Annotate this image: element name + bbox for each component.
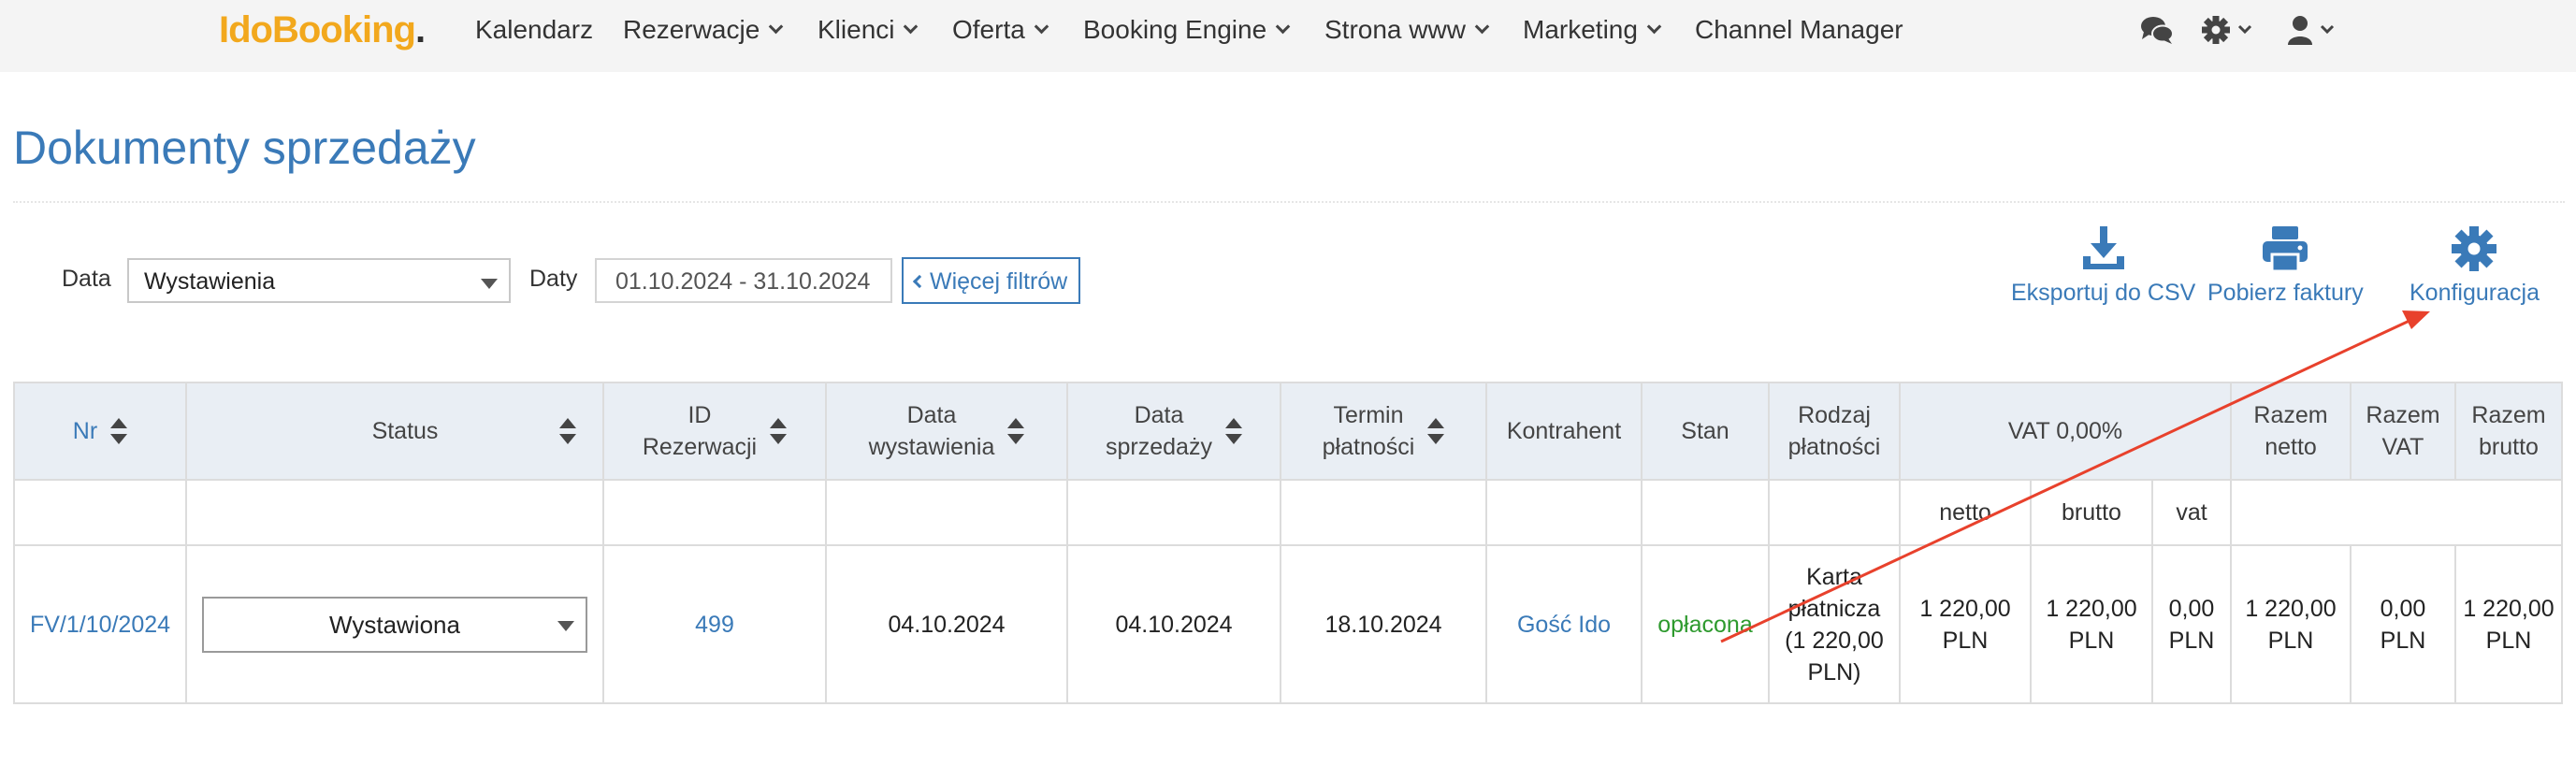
- subheader-empty: [15, 481, 187, 544]
- status-select-value: Wystawiona: [329, 610, 460, 639]
- column-header-rodzaj-platnosci: Rodzaj płatności: [1770, 383, 1901, 479]
- subheader-vat-vat: vat: [2153, 481, 2232, 544]
- sort-icon: [1224, 418, 1242, 444]
- table-cell-id-rezerwacji[interactable]: 499: [604, 546, 827, 702]
- chevron-down-icon: [904, 19, 919, 35]
- table-cell-data-sprzedazy: 04.10.2024: [1068, 546, 1281, 702]
- subheader-empty: [1770, 481, 1901, 544]
- subheader-empty: [827, 481, 1068, 544]
- column-header-razem-vat: Razem VAT: [2352, 383, 2456, 479]
- configuration-button[interactable]: Konfiguracja: [2410, 224, 2540, 307]
- subheader-vat-netto: netto: [1901, 481, 2032, 544]
- logo-part-ido: Ido: [219, 9, 273, 51]
- sort-icon: [110, 418, 128, 444]
- dropdown-arrow-icon: [557, 621, 574, 631]
- column-header-id-rezerwacji[interactable]: ID Rezerwacji: [604, 383, 827, 479]
- status-select[interactable]: Wystawiona: [202, 597, 587, 653]
- payment-state-badge: opłacona: [1657, 611, 1753, 638]
- table-cell-razem-brutto: 1 220,00 PLN: [2456, 546, 2561, 702]
- download-icon: [2082, 226, 2124, 269]
- export-csv-button[interactable]: Eksportuj do CSV: [2011, 224, 2195, 307]
- title-divider: [13, 201, 2565, 203]
- top-navigation: IdoBooking. Kalendarz Rezerwacje Klienci…: [0, 0, 2576, 72]
- idobooking-logo[interactable]: IdoBooking.: [219, 9, 426, 51]
- table-cell-termin-platnosci: 18.10.2024: [1281, 546, 1487, 702]
- date-type-label: Data: [62, 266, 111, 292]
- nav-item-strona-www[interactable]: Strona www: [1324, 13, 1490, 47]
- sort-icon: [770, 418, 788, 444]
- table-cell-rodzaj-platnosci: Karta płatnicza (1 220,00 PLN): [1770, 546, 1901, 702]
- settings-menu[interactable]: [2202, 15, 2262, 50]
- column-header-stan: Stan: [1643, 383, 1770, 479]
- table-cell-kontrahent[interactable]: Gość Ido: [1487, 546, 1643, 702]
- gear-icon: [2452, 226, 2497, 271]
- contractor-link[interactable]: Gość Ido: [1517, 609, 1611, 641]
- sort-icon: [1007, 418, 1025, 444]
- nav-item-oferta[interactable]: Oferta: [952, 13, 1049, 47]
- nav-item-channel-manager[interactable]: Channel Manager: [1695, 13, 1903, 47]
- table-cell-data-wystawienia: 04.10.2024: [827, 546, 1068, 702]
- table-cell-nr[interactable]: FV/1/10/2024: [15, 546, 187, 702]
- nav-item-kalendarz[interactable]: Kalendarz: [475, 13, 593, 47]
- date-range-input[interactable]: 01.10.2024 - 31.10.2024: [595, 258, 892, 303]
- nav-item-booking-engine[interactable]: Booking Engine: [1083, 13, 1291, 47]
- column-header-nr[interactable]: Nr: [15, 383, 187, 479]
- chevron-down-icon: [1474, 19, 1490, 35]
- nav-item-marketing[interactable]: Marketing: [1523, 13, 1662, 47]
- chevron-down-icon: [1034, 19, 1049, 35]
- more-filters-button[interactable]: Więcej filtrów: [902, 257, 1081, 304]
- page-title: Dokumenty sprzedaży: [13, 122, 476, 174]
- table-cell-vat-netto: 1 220,00 PLN: [1901, 546, 2032, 702]
- column-header-termin-platnosci[interactable]: Termin płatności: [1281, 383, 1487, 479]
- subheader-empty: [2232, 481, 2561, 544]
- nav-item-klienci[interactable]: Klienci: [818, 13, 919, 47]
- table-cell-stan: opłacona: [1643, 546, 1770, 702]
- table-cell-razem-netto: 1 220,00 PLN: [2232, 546, 2352, 702]
- sort-icon: [559, 418, 577, 444]
- subheader-empty: [1487, 481, 1643, 544]
- chevron-down-icon: [1646, 19, 1662, 35]
- subheader-vat-brutto: brutto: [2032, 481, 2153, 544]
- column-header-razem-netto: Razem netto: [2232, 383, 2352, 479]
- printer-icon: [2263, 226, 2308, 273]
- user-menu[interactable]: [2288, 15, 2348, 50]
- gear-icon: [2202, 16, 2252, 44]
- sales-documents-table: Nr Status ID Rezerwacji Data wystawienia D…: [13, 382, 2563, 704]
- user-icon: [2288, 16, 2335, 45]
- column-header-data-sprzedazy[interactable]: Data sprzedaży: [1068, 383, 1281, 479]
- column-header-status[interactable]: Status: [187, 383, 604, 479]
- date-type-value: Wystawienia: [144, 268, 276, 295]
- table-cell-razem-vat: 0,00 PLN: [2352, 546, 2456, 702]
- subheader-empty: [1068, 481, 1281, 544]
- reservation-id-link[interactable]: 499: [695, 609, 734, 641]
- column-header-razem-brutto: Razem brutto: [2456, 383, 2561, 479]
- invoice-number-link[interactable]: FV/1/10/2024: [30, 609, 170, 641]
- dropdown-arrow-icon: [481, 279, 498, 289]
- nav-item-rezerwacje[interactable]: Rezerwacje: [623, 13, 784, 47]
- chevron-down-icon: [1275, 19, 1291, 35]
- logo-part-booking: Booking: [271, 9, 416, 51]
- date-range-label: Daty: [529, 266, 578, 292]
- date-type-select[interactable]: Wystawienia: [127, 258, 511, 303]
- sort-icon: [1427, 418, 1445, 444]
- column-header-data-wystawienia[interactable]: Data wystawienia: [827, 383, 1068, 479]
- table-cell-vat-brutto: 1 220,00 PLN: [2032, 546, 2153, 702]
- subheader-empty: [187, 481, 604, 544]
- download-invoices-button[interactable]: Pobierz faktury: [2207, 224, 2364, 307]
- column-header-vat: VAT 0,00%: [1901, 383, 2232, 479]
- chevron-down-icon: [769, 19, 784, 35]
- chevron-left-icon: [912, 274, 927, 289]
- subheader-empty: [1643, 481, 1770, 544]
- chat-icon[interactable]: [2140, 15, 2174, 51]
- subheader-empty: [1281, 481, 1487, 544]
- column-header-kontrahent: Kontrahent: [1487, 383, 1643, 479]
- subheader-empty: [604, 481, 827, 544]
- table-cell-vat-vat: 0,00 PLN: [2153, 546, 2232, 702]
- logo-dot: .: [414, 9, 426, 51]
